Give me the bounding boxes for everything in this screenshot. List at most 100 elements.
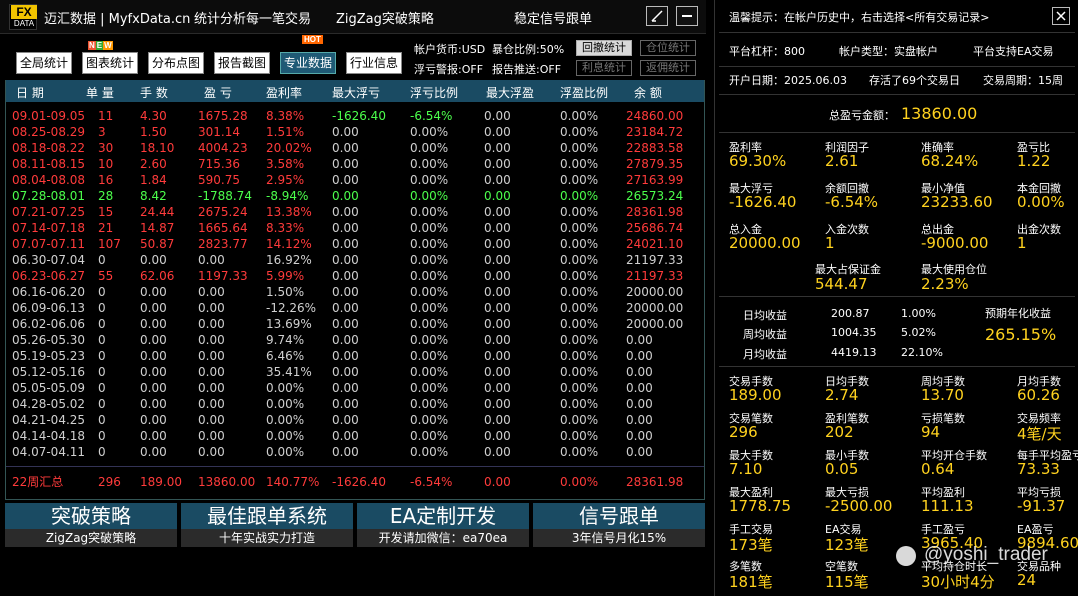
banner-ea-development[interactable]: EA定制开发 开发请加微信：ea70ea (357, 503, 529, 547)
row-rate: 14.12% (266, 237, 312, 251)
table-row[interactable]: 08.04-08.08 16 1.84 590.75 2.95% 0.00 0.00% 0.0… (6, 172, 704, 188)
row-max-loss: 0.00 (332, 445, 359, 459)
row-loss-ratio: 0.00% (410, 301, 449, 315)
row-date: 05.05-05.09 (12, 381, 86, 395)
row-gain-ratio: 0.00% (560, 397, 599, 411)
industry-info-button[interactable]: 行业信息 (346, 52, 402, 74)
table-row[interactable]: 05.12-05.16 0 0.00 0.00 35.41% 0.00 0.00% 0.00 0… (6, 364, 704, 380)
table-row[interactable]: 05.26-05.30 0 0.00 0.00 9.74% 0.00 0.00% 0.00 0.… (6, 332, 704, 348)
table-row[interactable]: 04.21-04.25 0 0.00 0.00 0.00% 0.00 0.00% 0.00 0.… (6, 412, 704, 428)
table-row[interactable]: 08.18-08.22 30 18.10 4004.23 20.02% 0.00 0.00%… (6, 140, 704, 156)
rebate-stats-button[interactable]: 返佣统计 (640, 60, 696, 76)
stat-value: 173笔 (729, 536, 773, 554)
minimize-button[interactable] (676, 6, 698, 26)
total-pl-value: 13860.00 (901, 104, 978, 123)
table-row[interactable]: 04.14-04.18 0 0.00 0.00 0.00% 0.00 0.00% 0.00 0.… (6, 428, 704, 444)
row-lots: 0.00 (140, 349, 167, 363)
annual-return-value: 265.15% (985, 325, 1057, 344)
table-row[interactable]: 06.16-06.20 0 0.00 0.00 1.50% 0.00 0.00% 0.00 0.… (6, 284, 704, 300)
row-date: 08.18-08.22 (12, 141, 86, 155)
summary-max-gain: 0.00 (484, 475, 511, 489)
row-loss-ratio: 0.00% (410, 205, 449, 219)
close-button[interactable] (1052, 7, 1070, 25)
row-balance: 0.00 (626, 349, 653, 363)
table-row[interactable]: 05.19-05.23 0 0.00 0.00 6.46% 0.00 0.00% 0.00 0.… (6, 348, 704, 364)
row-max-gain: 0.00 (484, 109, 511, 123)
row-rate: 6.46% (266, 349, 305, 363)
table-row[interactable]: 07.28-08.01 28 8.42 -1788.74 -8.94% 0.00 0.00%… (6, 188, 704, 204)
banner-title: 信号跟单 (533, 503, 705, 529)
row-gain-ratio: 0.00% (560, 413, 599, 427)
row-date: 08.25-08.29 (12, 125, 86, 139)
row-orders: 107 (98, 237, 121, 251)
table-row[interactable]: 06.30-07.04 0 0.00 0.00 16.92% 0.00 0.00% 0.00 0… (6, 252, 704, 268)
row-pl: 0.00 (198, 445, 225, 459)
table-row[interactable]: 09.01-09.05 11 4.30 1675.28 8.38% -1626.40 -6.… (6, 108, 704, 124)
row-lots: 0.00 (140, 301, 167, 315)
row-rate: 8.38% (266, 109, 305, 123)
hot-badge: HOT (302, 35, 323, 44)
global-stats-button[interactable]: 全局统计 (16, 52, 72, 74)
row-pl: 0.00 (198, 349, 225, 363)
row-max-loss: 0.00 (332, 285, 359, 299)
col-max-gain: 最大浮盈 (486, 86, 535, 100)
distribution-chart-button[interactable]: 分布点图 (148, 52, 204, 74)
row-orders: 0 (98, 333, 106, 347)
position-stats-button[interactable]: 仓位统计 (640, 40, 696, 56)
banner-breakout-strategy[interactable]: 突破策略 ZigZag突破策略 (5, 503, 177, 547)
interest-stats-button[interactable]: 利息统计 (576, 60, 632, 76)
table-row[interactable]: 04.07-04.11 0 0.00 0.00 0.00% 0.00 0.00% 0.00 0.… (6, 444, 704, 460)
table-row[interactable]: 07.07-07.11 107 50.87 2823.77 14.12% 0.00 0.00… (6, 236, 704, 252)
row-date: 09.01-09.05 (12, 109, 86, 123)
stat-value: 1778.75 (729, 497, 792, 515)
pro-data-button[interactable]: 专业数据 (280, 52, 336, 74)
row-lots: 1.84 (140, 173, 167, 187)
weekly-return-pct: 5.02% (901, 326, 936, 339)
stat-value: 0.00% (1017, 193, 1065, 211)
row-orders: 0 (98, 349, 106, 363)
table-row[interactable]: 06.23-06.27 55 62.06 1197.33 5.99% 0.00 0.00% 0… (6, 268, 704, 284)
tip-text: 温馨提示：在帐户历史中，右击选择<所有交易记录> (729, 11, 990, 24)
col-pl: 盈 亏 (204, 86, 232, 100)
title-bar: FX DATA 迈汇数据 | MyfxData.cn 统计分析每一笔交易 Zig… (0, 0, 706, 34)
row-max-loss: 0.00 (332, 317, 359, 331)
summary-balance: 28361.98 (626, 475, 684, 489)
table-row[interactable]: 06.02-06.06 0 0.00 0.00 13.69% 0.00 0.00% 0.00 0… (6, 316, 704, 332)
edit-button[interactable] (646, 6, 668, 26)
row-lots: 50.87 (140, 237, 175, 251)
summary-max-loss: -1626.40 (332, 475, 386, 489)
row-gain-ratio: 0.00% (560, 269, 599, 283)
floating-loss-alert: 浮亏警报:OFF (414, 63, 484, 76)
row-gain-ratio: 0.00% (560, 125, 599, 139)
row-pl: 1675.28 (198, 109, 248, 123)
stat-value: 73.33 (1017, 460, 1060, 478)
table-row[interactable]: 05.05-05.09 0 0.00 0.00 0.00% 0.00 0.00% 0.00 0.… (6, 380, 704, 396)
table-row[interactable]: 07.21-07.25 15 24.44 2675.24 13.38% 0.00 0.00%… (6, 204, 704, 220)
account-type: 帐户类型：实盘帐户 (839, 45, 938, 58)
stat-value: 111.13 (921, 497, 974, 515)
row-date: 06.30-07.04 (12, 253, 86, 267)
banner-signal-copy[interactable]: 信号跟单 3年信号月化15% (533, 503, 705, 547)
row-balance: 22883.58 (626, 141, 684, 155)
table-row[interactable]: 04.28-05.02 0 0.00 0.00 0.00% 0.00 0.00% 0.00 0.… (6, 396, 704, 412)
col-loss-ratio: 浮亏比例 (410, 86, 459, 100)
row-balance: 20000.00 (626, 285, 684, 299)
row-balance: 28361.98 (626, 205, 684, 219)
chart-stats-button[interactable]: 图表统计 (82, 52, 138, 74)
stat-value: 202 (825, 423, 854, 441)
weekly-stats-table: 日 期 单 量 手 数 盈 亏 盈利率 最大浮亏 浮亏比例 最大浮盈 浮盈比例 … (5, 80, 705, 500)
row-max-loss: 0.00 (332, 189, 359, 203)
banner-copy-trading[interactable]: 最佳跟单系统 十年实战实力打造 (181, 503, 353, 547)
row-gain-ratio: 0.00% (560, 349, 599, 363)
drawdown-stats-button[interactable]: 回撤统计 (576, 40, 632, 56)
row-date: 04.28-05.02 (12, 397, 86, 411)
summary-panel: 温馨提示：在帐户历史中，右击选择<所有交易记录> 平台杠杆：800 帐户类型：实… (714, 0, 1078, 596)
table-row[interactable]: 08.11-08.15 10 2.60 715.36 3.58% 0.00 0.00% 0.0… (6, 156, 704, 172)
row-loss-ratio: 0.00% (410, 269, 449, 283)
stat-value: 115笔 (825, 573, 869, 591)
row-pl: 0.00 (198, 301, 225, 315)
report-screenshot-button[interactable]: 报告截图 (214, 52, 270, 74)
table-row[interactable]: 08.25-08.29 3 1.50 301.14 1.51% 0.00 0.00% 0.00… (6, 124, 704, 140)
table-row[interactable]: 07.14-07.18 21 14.87 1665.64 8.33% 0.00 0.00% 0… (6, 220, 704, 236)
table-row[interactable]: 06.09-06.13 0 0.00 0.00 -12.26% 0.00 0.00% 0.00… (6, 300, 704, 316)
